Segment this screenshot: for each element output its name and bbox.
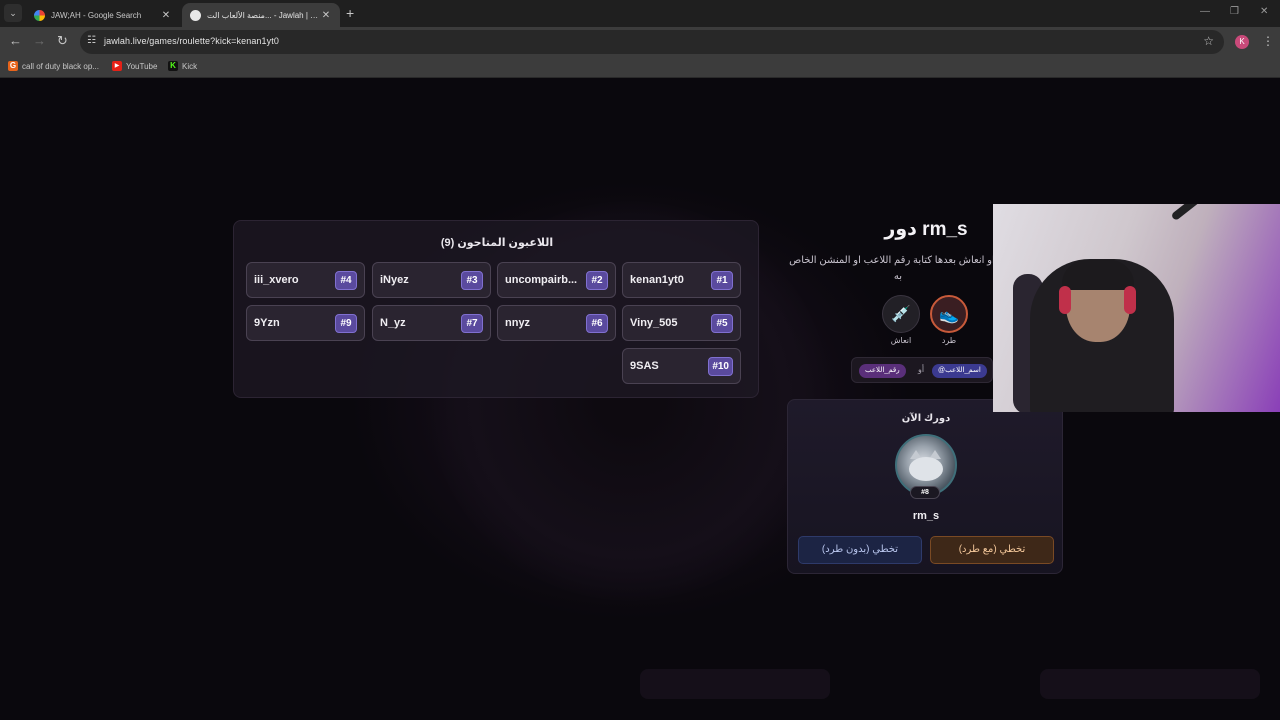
current-turn-label: دورك الآن — [901, 413, 951, 424]
profile-avatar[interactable]: K — [1235, 35, 1249, 49]
revive-action-label: انعاش — [890, 336, 912, 345]
tab-google-search[interactable]: JAW;AH - Google Search ✕ — [26, 3, 180, 27]
player-number-badge: #8 — [910, 486, 940, 499]
webcam-overlay — [993, 204, 1280, 412]
tab-search-button[interactable]: ⌄ — [4, 4, 22, 22]
current-turn-card: دورك الآن #8 rm_s تخطي (مع طرد) تخطي (بد… — [787, 399, 1063, 574]
player-number-badge: #2 — [586, 271, 608, 290]
player-card[interactable]: 9Yzn #9 — [246, 305, 365, 341]
player-number-badge: #6 — [586, 314, 608, 333]
player-number-badge: #10 — [708, 357, 733, 376]
forward-icon[interactable]: → — [33, 33, 46, 48]
microphone-arm — [1170, 204, 1263, 222]
player-name: Viny_505 — [630, 317, 678, 329]
input-hint: رقم_اللاعب أو @اسم_اللاعب — [851, 357, 993, 383]
google-favicon-icon — [34, 9, 45, 21]
address-bar[interactable]: ☷ jawlah.live/games/roulette?kick=kenan1… — [80, 30, 1224, 54]
player-name: 9SAS — [630, 360, 659, 372]
streamer-hair — [1062, 260, 1134, 290]
reload-icon[interactable]: ↻ — [57, 33, 68, 49]
game-page: اللاعبون المتاحون (9) kenan1yt0 #1 uncom… — [0, 81, 1280, 720]
player-number-badge: #4 — [335, 271, 357, 290]
player-card[interactable]: nnyz #6 — [497, 305, 616, 341]
browser-toolbar: ← → ↻ ☷ jawlah.live/games/roulette?kick=… — [0, 27, 1280, 57]
player-card[interactable]: iNyez #3 — [372, 262, 491, 298]
new-tab-icon[interactable]: + — [346, 5, 354, 21]
player-card[interactable]: iii_xvero #4 — [246, 262, 365, 298]
bookmark-label: YouTube — [126, 61, 158, 71]
kick-action-button[interactable]: 👟 — [930, 295, 968, 333]
kick-action-label: طرد — [941, 336, 957, 345]
skip-with-kick-button[interactable]: تخطي (مع طرد) — [930, 536, 1054, 564]
bookmarks-bar: G call of duty black op... ▶ YouTube K K… — [0, 57, 1280, 78]
player-number-badge: #5 — [711, 314, 733, 333]
player-card[interactable]: Viny_505 #5 — [622, 305, 741, 341]
kick-icon: K — [168, 61, 178, 71]
revive-action-button[interactable]: 💉 — [882, 295, 920, 333]
tab-title: JAW;AH - Google Search — [51, 10, 142, 20]
player-number-badge: #9 — [335, 314, 357, 333]
close-icon[interactable]: ✕ — [160, 10, 172, 21]
panel-title: اللاعبون المتاحون (9) — [440, 237, 554, 249]
bookmark-call-of-duty[interactable]: G call of duty black op... — [8, 61, 99, 71]
player-name: 9Yzn — [254, 317, 280, 329]
bookmark-label: Kick — [182, 61, 198, 71]
bookmark-kick[interactable]: K Kick — [168, 61, 197, 71]
bookmark-label: call of duty black op... — [22, 61, 99, 71]
close-icon[interactable]: ✕ — [320, 10, 332, 21]
cat-face-icon — [909, 457, 943, 481]
player-name: iNyez — [380, 274, 409, 286]
bookmark-youtube[interactable]: ▶ YouTube — [112, 61, 157, 71]
headphone-icon — [1059, 286, 1071, 314]
syringe-icon: 💉 — [891, 306, 911, 323]
youtube-icon: ▶ — [112, 61, 122, 71]
browser-tab-strip: ⌄ JAW;AH - Google Search ✕ منصة الألعاب … — [0, 0, 1280, 27]
bookmark-star-icon[interactable]: ☆ — [1203, 34, 1214, 48]
player-card[interactable]: kenan1yt0 #1 — [622, 262, 741, 298]
player-name: N_yz — [380, 317, 406, 329]
player-number-badge: #7 — [461, 314, 483, 333]
window-close-icon[interactable]: ✕ — [1260, 6, 1268, 17]
player-card[interactable]: uncompairb... #2 — [497, 262, 616, 298]
bookmark-favicon-icon: G — [8, 61, 18, 71]
tab-title: منصة الألعاب الت... - Jawlah | جولة — [207, 10, 320, 20]
player-name: iii_xvero — [254, 274, 299, 286]
menu-icon[interactable]: ⋮ — [1262, 34, 1274, 48]
turn-instruction: رد او انعاش بعدها كتابة رقم اللاعب او ال… — [789, 255, 1007, 282]
headphone-icon — [1124, 286, 1136, 314]
player-card[interactable]: N_yz #7 — [372, 305, 491, 341]
decorative-glow — [1040, 669, 1260, 699]
player-name: uncompairb... — [505, 274, 578, 286]
jawlah-favicon-icon — [190, 9, 201, 21]
player-mention-chip: @اسم_اللاعب — [932, 364, 987, 378]
decorative-glow — [640, 669, 830, 699]
current-player-name: rm_s — [912, 510, 940, 522]
player-number-badge: #1 — [711, 271, 733, 290]
player-name: kenan1yt0 — [630, 274, 684, 286]
player-number-badge: #3 — [461, 271, 483, 290]
player-name: nnyz — [505, 317, 531, 329]
player-card[interactable]: 9SAS #10 — [622, 348, 741, 384]
site-info-icon[interactable]: ☷ — [87, 35, 96, 46]
tab-jawlah[interactable]: منصة الألعاب الت... - Jawlah | جولة ✕ — [182, 3, 340, 27]
back-icon[interactable]: ← — [9, 33, 22, 48]
restore-icon[interactable]: ❐ — [1230, 6, 1239, 17]
player-number-chip: رقم_اللاعب — [859, 364, 906, 378]
hint-or: أو — [918, 365, 925, 374]
shoe-icon: 👟 — [939, 307, 959, 324]
minimize-icon[interactable]: — — [1200, 6, 1210, 17]
available-players-panel: اللاعبون المتاحون (9) kenan1yt0 #1 uncom… — [233, 220, 759, 398]
skip-without-kick-button[interactable]: تخطي (بدون طرد) — [798, 536, 922, 564]
url-text[interactable]: jawlah.live/games/roulette?kick=kenan1yt… — [104, 36, 279, 46]
